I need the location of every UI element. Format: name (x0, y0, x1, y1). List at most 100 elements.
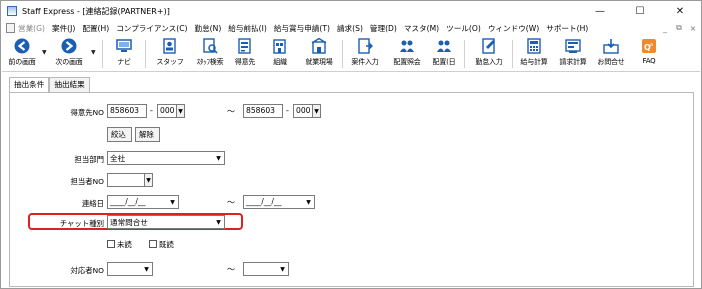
unread-label: 未読 (117, 240, 132, 249)
placement-inquiry-icon (399, 38, 416, 54)
client-no-to-input[interactable]: 858603 (243, 104, 283, 118)
job-entry-button[interactable]: 案件入力 (347, 38, 383, 70)
menu-master[interactable]: マスタ(M) (404, 23, 439, 34)
menu-attendance[interactable]: 勤怠(N) (194, 23, 221, 34)
responder-no-to-select[interactable]: ▼ (243, 262, 289, 276)
menu-admin[interactable]: 管理(D) (370, 23, 397, 34)
worksite-icon (311, 38, 328, 54)
attendance-button[interactable]: 勤怠入力 (470, 38, 508, 70)
placement-inquiry-button[interactable]: 配置照会 (389, 38, 425, 70)
menu-support[interactable]: サポート(H) (546, 23, 588, 34)
faq-icon: Qa (641, 38, 658, 54)
toolbar-separator (512, 40, 513, 68)
staff-card-icon (162, 38, 179, 54)
toolbar-separator (342, 40, 343, 68)
chevron-down-icon[interactable]: ▼ (168, 197, 177, 207)
chevron-down-icon[interactable]: ▼ (304, 197, 313, 207)
person-no-label: 担当者NO (70, 177, 104, 186)
menu-window[interactable]: ウィンドウ(W) (488, 23, 539, 34)
narrow-button[interactable]: 絞込 (107, 127, 132, 142)
unread-checkbox[interactable] (107, 240, 115, 248)
svg-text:a: a (650, 42, 653, 48)
tab-criteria[interactable]: 抽出条件 (9, 77, 50, 93)
clear-button[interactable]: 解除 (135, 127, 160, 142)
site-button[interactable]: 就業現場 (300, 38, 338, 70)
client-no-from-input[interactable]: 858603 (107, 104, 147, 118)
menu-advance-pay[interactable]: 給与前払(I) (228, 23, 267, 34)
toolbar-separator (464, 40, 465, 68)
chevron-down-icon[interactable]: ▼ (214, 153, 223, 163)
chevron-down-icon[interactable]: ▼ (144, 173, 153, 187)
billing-button[interactable]: 請求計算 (555, 38, 591, 70)
staff-button[interactable]: スタッフ (153, 38, 187, 70)
mdi-restore-button[interactable]: ⧉ (672, 20, 686, 36)
payroll-calc-icon (526, 38, 543, 54)
menu-sales[interactable]: 営業(G) (18, 23, 45, 34)
back-button[interactable]: 前の画面 (5, 38, 39, 70)
chat-type-select[interactable]: 通常問合せ ▼ (107, 215, 225, 229)
mdi-minimize-button[interactable]: _ (658, 20, 672, 36)
client-branch-from-value: 000 (160, 106, 175, 115)
arrow-right-icon (61, 38, 78, 54)
person-no-select[interactable]: ▼ (107, 173, 153, 187)
date-to-input[interactable]: ____/__/__ ▼ (243, 195, 315, 209)
client-branch-from-select[interactable]: 000 ▼ (157, 104, 185, 118)
chevron-down-icon[interactable]: ▼ (176, 104, 185, 118)
contact-button[interactable]: お問合せ (593, 38, 629, 70)
org-button[interactable]: 組織 (268, 38, 292, 70)
title-bar: Staff Express - [連絡記録(PARTNER+)] — ☐ ✕ (2, 2, 700, 20)
client-branch-to-value: 000 (296, 106, 311, 115)
date-from-input[interactable]: ____/__/__ ▼ (107, 195, 179, 209)
contact-icon (603, 38, 620, 54)
dept-select[interactable]: 全社 ▼ (107, 151, 225, 165)
chevron-down-icon[interactable]: ▼ (278, 264, 287, 274)
menu-tools[interactable]: ツール(O) (446, 23, 481, 34)
payroll-button[interactable]: 給与計算 (516, 38, 552, 70)
toolbar: 前の画面 ▼ 次の画面 ▼ ナビ スタッフ ｽﾀｯﾌ検索 得意先 組織 就業現場… (2, 36, 700, 72)
document-icon[interactable] (6, 23, 15, 33)
placement-day-button[interactable]: 配置(日 (427, 38, 461, 70)
org-icon (272, 38, 289, 54)
chevron-down-icon[interactable]: ▼ (214, 217, 223, 227)
responder-no-from-select[interactable]: ▼ (107, 262, 153, 276)
menu-placement[interactable]: 配置(H) (82, 23, 109, 34)
range-tilde: ～ (227, 265, 235, 274)
dash-separator: - (150, 106, 153, 115)
close-button[interactable]: ✕ (660, 2, 700, 20)
tab-results[interactable]: 抽出結果 (49, 77, 90, 92)
chevron-down-icon[interactable]: ▼ (142, 264, 151, 274)
maximize-button[interactable]: ☐ (620, 2, 660, 20)
staff-search-button[interactable]: ｽﾀｯﾌ検索 (192, 38, 228, 70)
read-label: 既読 (159, 240, 174, 249)
forward-history-dropdown[interactable]: ▼ (91, 49, 96, 56)
date-to-value: ____/__/__ (246, 197, 282, 206)
monitor-icon (116, 38, 133, 54)
forward-button[interactable]: 次の画面 (52, 38, 86, 70)
mdi-close-button[interactable]: × (686, 20, 700, 36)
client-no-label: 得意先NO (70, 108, 104, 117)
app-window: Staff Express - [連絡記録(PARTNER+)] — ☐ ✕ 営… (0, 0, 702, 289)
responder-no-label: 対応者NO (70, 266, 104, 275)
menu-billing[interactable]: 請求(S) (337, 23, 363, 34)
window-title: Staff Express - [連絡記録(PARTNER+)] (22, 6, 170, 16)
range-tilde: ～ (227, 107, 235, 116)
client-button[interactable]: 得意先 (231, 38, 259, 70)
back-history-dropdown[interactable]: ▼ (42, 49, 47, 56)
dept-value: 全社 (110, 154, 126, 163)
faq-button[interactable]: Qa FAQ (638, 38, 660, 70)
dash-separator: - (286, 106, 289, 115)
chevron-down-icon[interactable]: ▼ (312, 104, 321, 118)
minimize-button[interactable]: — (580, 2, 620, 20)
dept-label: 担当部門 (74, 155, 104, 164)
toolbar-separator (145, 40, 146, 68)
menu-jobs[interactable]: 案件(J) (52, 23, 75, 34)
read-checkbox[interactable] (149, 240, 157, 248)
arrow-left-icon (14, 38, 31, 54)
client-icon (237, 38, 254, 54)
client-branch-to-select[interactable]: 000 ▼ (293, 104, 321, 118)
navi-button[interactable]: ナビ (110, 38, 138, 70)
menu-payroll-request[interactable]: 給与賞与申請(T) (274, 23, 330, 34)
job-entry-icon (357, 38, 374, 54)
menu-compliance[interactable]: コンプライアンス(C) (116, 23, 187, 34)
date-label: 連絡日 (81, 199, 104, 208)
